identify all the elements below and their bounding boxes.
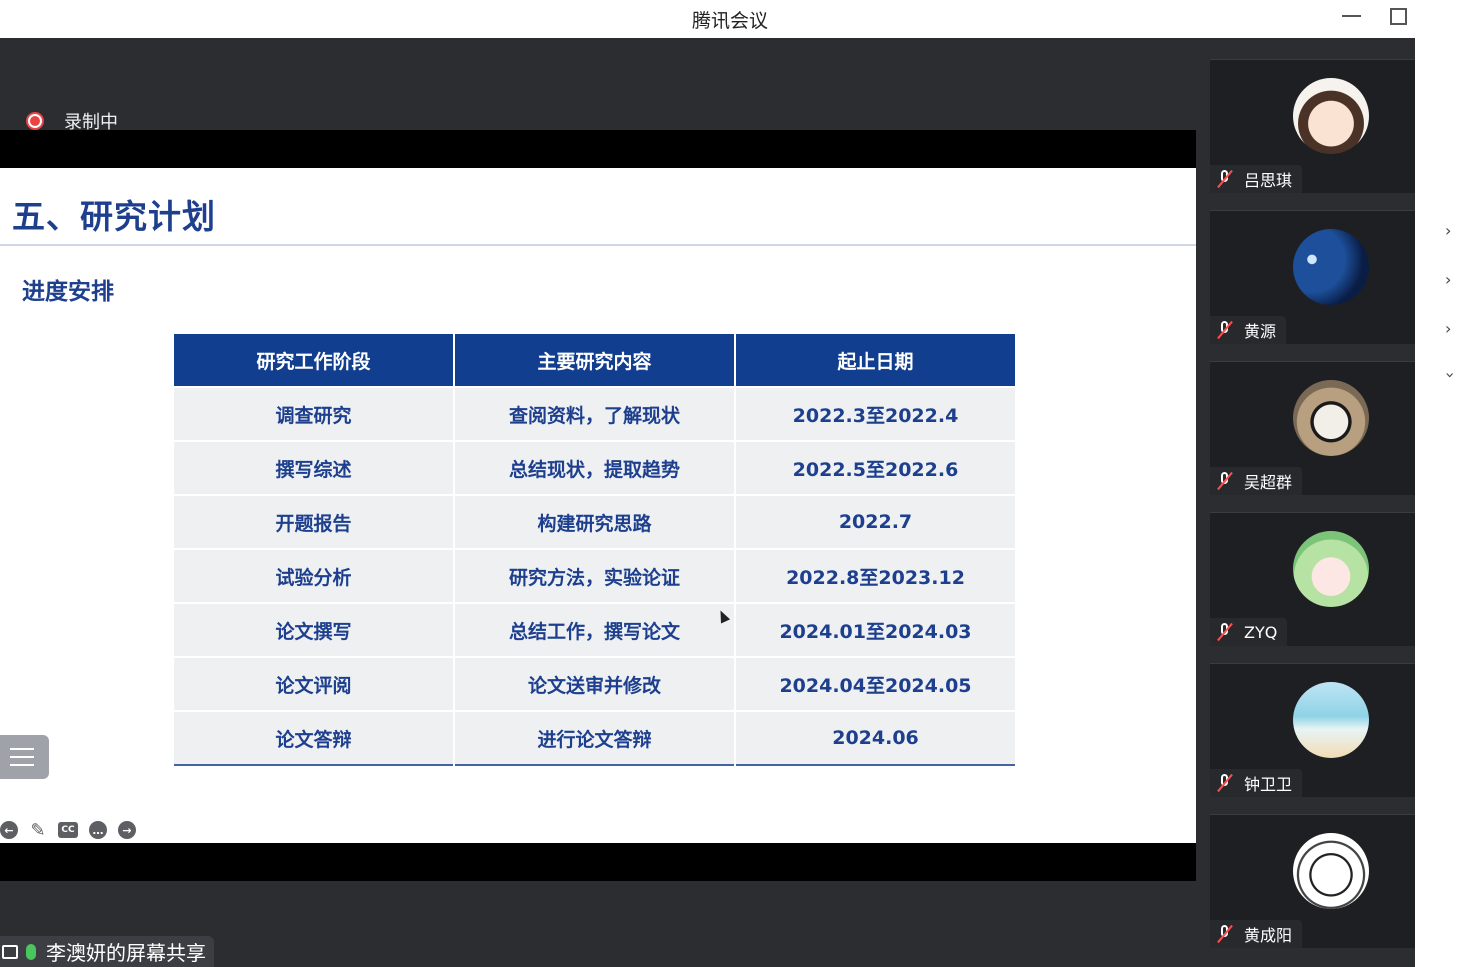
record-icon — [26, 112, 44, 130]
more-icon[interactable]: … — [89, 821, 107, 839]
title-divider — [0, 244, 1196, 246]
table-row: 论文评阅 论文送审并修改 2024.04至2024.05 — [174, 656, 1015, 711]
pen-icon[interactable]: ✎ — [29, 820, 47, 841]
table-cell: 研究方法，实验论证 — [454, 548, 736, 603]
table-cell: 撰写综述 — [174, 440, 455, 495]
avatar — [1293, 682, 1369, 758]
table-cell: 论文评阅 — [174, 656, 455, 711]
screen-share-icon — [2, 944, 18, 959]
table-cell: 构建研究思路 — [454, 494, 736, 549]
participant-tile[interactable]: ZYQ — [1210, 512, 1415, 646]
table-cell: 2024.04至2024.05 — [735, 656, 1015, 711]
avatar — [1293, 229, 1369, 305]
slide-subtitle: 进度安排 — [22, 279, 114, 305]
participant-tile[interactable]: 黄源 — [1210, 210, 1415, 344]
table-row: 开题报告 构建研究思路 2022.7 — [174, 494, 1015, 549]
participant-tile[interactable]: 黄成阳 — [1210, 814, 1415, 948]
table-cell: 2022.7 — [735, 494, 1015, 549]
table-cell: 2022.3至2022.4 — [735, 386, 1015, 441]
participant-panel: 吕思琪 黄源 吴超群 ZYQ 钟卫卫 黄成阳 — [1196, 38, 1415, 967]
mic-muted-icon — [1216, 320, 1234, 340]
shared-slide: 五、研究计划 进度安排 研究工作阶段 主要研究内容 起止日期 调查研究 查阅资料… — [0, 168, 1196, 843]
mic-muted-icon — [1216, 773, 1234, 793]
table-cell: 2022.8至2023.12 — [735, 548, 1015, 603]
table-cell: 调查研究 — [174, 386, 455, 441]
participant-name-tag: 吴超群 — [1210, 467, 1303, 495]
participant-name: 吕思琪 — [1244, 171, 1293, 190]
letterbox-top — [0, 130, 1196, 168]
mic-muted-icon — [1216, 622, 1234, 642]
window-title: 腾讯会议 — [691, 10, 768, 32]
participant-name-tag: 黄成阳 — [1210, 920, 1303, 948]
letterbox-bottom — [0, 843, 1196, 881]
mic-muted-icon — [1216, 169, 1234, 189]
mic-muted-icon — [1216, 471, 1234, 491]
participant-name: 钟卫卫 — [1244, 775, 1293, 794]
chevron-right-icon[interactable]: › — [1445, 272, 1455, 288]
microphone-icon — [26, 943, 36, 960]
table-cell: 总结工作，撰写论文 — [454, 602, 736, 657]
participant-tile[interactable]: 钟卫卫 — [1210, 663, 1415, 797]
table-cell: 2022.5至2022.6 — [735, 440, 1015, 495]
table-cell: 进行论文答辩 — [454, 710, 736, 765]
cc-icon[interactable]: CC — [58, 822, 78, 838]
slide-menu-button[interactable] — [0, 735, 49, 779]
mic-muted-icon — [1216, 924, 1234, 944]
table-row: 调查研究 查阅资料，了解现状 2022.3至2022.4 — [174, 386, 1015, 441]
participant-name-tag: 黄源 — [1210, 316, 1287, 344]
column-header: 主要研究内容 — [454, 334, 736, 387]
meeting-stage: 录制中 五、研究计划 进度安排 研究工作阶段 主要研究内容 起止日期 调查研究 … — [0, 38, 1196, 967]
minimize-icon[interactable] — [1340, 6, 1364, 26]
table-cell: 试验分析 — [174, 548, 455, 603]
side-strip: › › › › — [1415, 38, 1460, 967]
schedule-table: 研究工作阶段 主要研究内容 起止日期 调查研究 查阅资料，了解现状 2022.3… — [174, 334, 1015, 766]
table-cell: 论文答辩 — [174, 710, 455, 765]
slide-title: 五、研究计划 — [12, 197, 216, 236]
participant-name: ZYQ — [1244, 622, 1278, 642]
participant-name-tag: 钟卫卫 — [1210, 769, 1303, 797]
table-cell: 开题报告 — [174, 494, 455, 549]
avatar — [1293, 78, 1369, 154]
table-row: 论文答辩 进行论文答辩 2024.06 — [174, 710, 1015, 765]
list-icon — [10, 748, 34, 750]
participant-name: 黄源 — [1244, 322, 1277, 341]
participant-name: 黄成阳 — [1244, 926, 1293, 945]
title-bar: 腾讯会议 — [0, 0, 1460, 38]
column-header: 研究工作阶段 — [174, 334, 455, 387]
chevron-down-icon[interactable]: › — [1441, 372, 1460, 382]
participant-tile[interactable]: 吕思琪 — [1210, 59, 1415, 193]
next-icon[interactable]: → — [118, 821, 136, 839]
table-cell: 2024.06 — [735, 710, 1015, 765]
table-cell: 2024.01至2024.03 — [735, 602, 1015, 657]
table-row: 试验分析 研究方法，实验论证 2022.8至2023.12 — [174, 548, 1015, 603]
screen-share-label: 李澳妍的屏幕共享 — [46, 941, 206, 965]
table-header-row: 研究工作阶段 主要研究内容 起止日期 — [174, 334, 1015, 387]
chevron-right-icon[interactable]: › — [1445, 321, 1455, 337]
avatar — [1293, 380, 1369, 456]
screen-share-tag[interactable]: 李澳妍的屏幕共享 — [0, 936, 214, 967]
avatar — [1293, 833, 1369, 909]
table-row: 撰写综述 总结现状，提取趋势 2022.5至2022.6 — [174, 440, 1015, 495]
table-row: 论文撰写 总结工作，撰写论文 2024.01至2024.03 — [174, 602, 1015, 657]
avatar — [1293, 531, 1369, 607]
maximize-icon[interactable] — [1388, 6, 1412, 26]
participant-tile[interactable]: 吴超群 — [1210, 361, 1415, 495]
recording-indicator[interactable]: 录制中 — [26, 110, 118, 133]
table-cell: 论文撰写 — [174, 602, 455, 657]
participant-name-tag: ZYQ — [1210, 618, 1288, 646]
table-cell: 论文送审并修改 — [454, 656, 736, 711]
chevron-right-icon[interactable]: › — [1445, 223, 1455, 239]
prev-icon[interactable]: ← — [0, 821, 18, 839]
table-cell: 总结现状，提取趋势 — [454, 440, 736, 495]
table-cell: 查阅资料，了解现状 — [454, 386, 736, 441]
column-header: 起止日期 — [735, 334, 1015, 387]
slide-toolbar: ← ✎ CC … → — [0, 820, 147, 841]
participant-name-tag: 吕思琪 — [1210, 165, 1303, 193]
participant-name: 吴超群 — [1244, 473, 1293, 492]
